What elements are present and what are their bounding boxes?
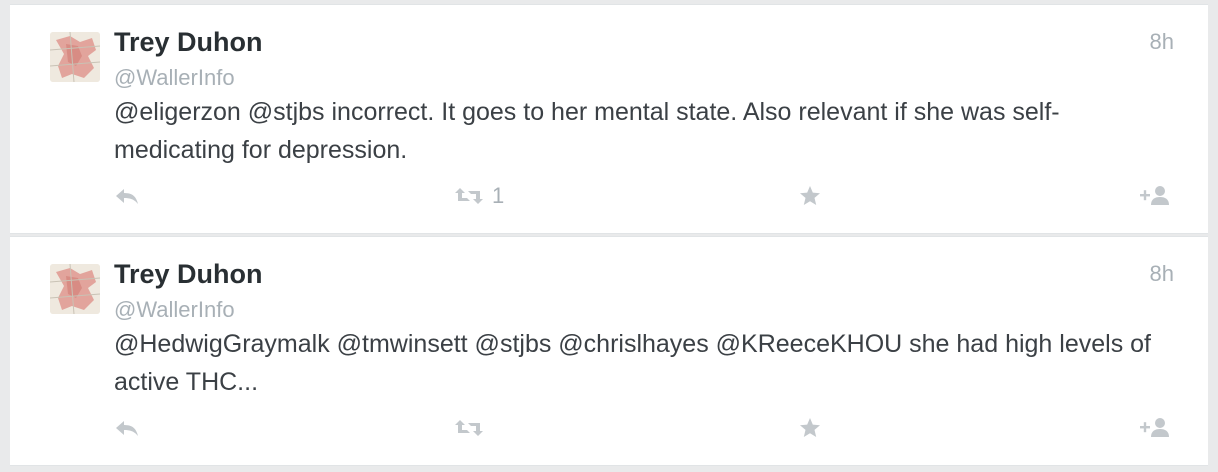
timestamp[interactable]: 8h (1150, 29, 1174, 55)
tweet-text: @eligerzon @stjbs incorrect. It goes to … (114, 98, 1060, 164)
tweet[interactable]: Trey Duhon @WallerInfo 8h @eligerzon @st… (10, 4, 1208, 234)
retweet-count: 1 (492, 183, 505, 208)
timestamp[interactable]: 8h (1150, 261, 1174, 287)
follow-icon (1140, 186, 1169, 205)
map-avatar-icon (50, 32, 100, 82)
map-avatar-icon (50, 264, 100, 314)
star-icon (800, 418, 820, 437)
avatar[interactable] (50, 264, 100, 314)
reply-icon (116, 421, 138, 436)
favorite-button[interactable] (798, 413, 822, 443)
tweet[interactable]: Trey Duhon @WallerInfo 8h @HedwigGraymal… (10, 236, 1208, 466)
user-handle[interactable]: @WallerInfo (114, 297, 235, 323)
user-name[interactable]: Trey Duhon (114, 27, 263, 58)
timeline: Trey Duhon @WallerInfo 8h @eligerzon @st… (0, 0, 1218, 472)
reply-button[interactable] (114, 413, 140, 443)
avatar[interactable] (50, 32, 100, 82)
follow-button[interactable] (1138, 181, 1172, 211)
retweet-icon (455, 420, 483, 436)
user-handle[interactable]: @WallerInfo (114, 65, 235, 91)
follow-button[interactable] (1138, 413, 1172, 443)
retweet-button[interactable] (454, 413, 492, 443)
retweet-button[interactable]: 1 (454, 181, 504, 211)
reply-button[interactable] (114, 181, 140, 211)
retweet-icon (455, 188, 483, 204)
reply-icon (116, 189, 138, 204)
star-icon (800, 186, 820, 205)
user-name[interactable]: Trey Duhon (114, 259, 263, 290)
favorite-button[interactable] (798, 181, 822, 211)
tweet-text: @HedwigGraymalk @tmwinsett @stjbs @chris… (114, 330, 1151, 396)
follow-icon (1140, 418, 1169, 437)
